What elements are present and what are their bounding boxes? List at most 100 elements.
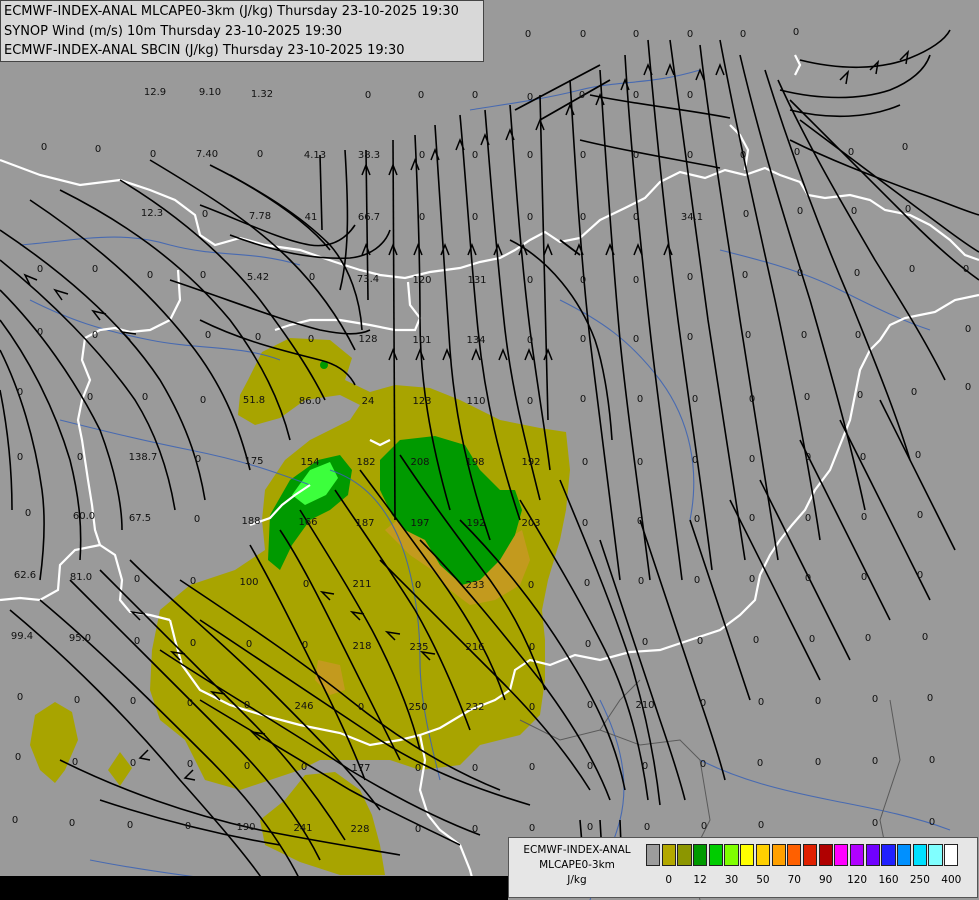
grid-value: 0	[633, 212, 639, 223]
legend-labels: ECMWF-INDEX-ANAL MLCAPE0-3km J/kg	[511, 843, 643, 888]
legend-swatch	[912, 844, 927, 866]
grid-value: 0	[637, 457, 643, 468]
grid-value: 0	[638, 576, 644, 587]
grid-value: 208	[410, 457, 429, 468]
grid-value: 0	[815, 757, 821, 768]
grid-value: 0	[308, 334, 314, 345]
grid-value: 0	[694, 514, 700, 525]
grid-value: 0	[580, 29, 586, 40]
grid-value: 0	[92, 330, 98, 341]
grid-value: 0	[857, 390, 863, 401]
grid-value: 0	[72, 757, 78, 768]
grid-value: 0	[805, 452, 811, 463]
grid-value: 0	[527, 150, 533, 161]
grid-value: 0	[77, 452, 83, 463]
grid-value: 0	[244, 700, 250, 711]
legend-tick-label: 250	[909, 874, 930, 886]
legend-tick-label: 70	[787, 874, 801, 886]
grid-value: 0	[528, 580, 534, 591]
legend-swatch	[787, 844, 802, 866]
grid-value: 0	[41, 142, 47, 153]
grid-value: 0	[809, 634, 815, 645]
grid-value: 0	[965, 324, 971, 335]
grid-value: 0	[527, 396, 533, 407]
grid-value: 0	[92, 264, 98, 275]
grid-value: 0	[303, 579, 309, 590]
grid-value: 0	[187, 698, 193, 709]
legend-tick-label: 12	[693, 874, 707, 886]
grid-value: 131	[467, 275, 486, 286]
grid-value: 0	[205, 330, 211, 341]
grid-value: 0	[700, 759, 706, 770]
grid-value: 73.4	[357, 274, 379, 285]
grid-value: 0	[529, 823, 535, 834]
grid-value: 154	[300, 457, 319, 468]
grid-value: 0	[529, 762, 535, 773]
grid-value: 0	[687, 272, 693, 283]
grid-value: 211	[352, 579, 371, 590]
grid-value: 101	[412, 335, 431, 346]
legend-swatch	[818, 844, 833, 866]
grid-value: 0	[909, 264, 915, 275]
grid-value: 4.13	[304, 150, 326, 161]
grid-value: 182	[356, 457, 375, 468]
grid-value: 0	[472, 90, 478, 101]
grid-value: 0	[472, 763, 478, 774]
grid-value: 0	[580, 150, 586, 161]
grid-value: 0	[848, 147, 854, 158]
grid-value: 0	[190, 638, 196, 649]
grid-value: 0	[17, 452, 23, 463]
grid-value: 34.1	[681, 212, 703, 223]
legend-swatch	[771, 844, 786, 866]
grid-value: 0	[37, 264, 43, 275]
grid-value: 198	[465, 457, 484, 468]
legend-tick-label: 90	[819, 874, 833, 886]
grid-value: 0	[700, 698, 706, 709]
grid-value: 218	[352, 641, 371, 652]
grid-value: 0	[801, 330, 807, 341]
grid-value: 0	[257, 149, 263, 160]
grid-value: 0	[697, 636, 703, 647]
grid-value: 0	[130, 696, 136, 707]
grid-value: 0	[797, 268, 803, 279]
grid-value: 0	[851, 206, 857, 217]
grid-value: 197	[410, 518, 429, 529]
weather-map[interactable]: 12.9 9.10 1.32 0 0 0 0 0 0 0 0 0 0 0 0 0 0 0 0 7.40 0 4.13 38.…	[0, 0, 979, 900]
grid-value: 0	[302, 640, 308, 651]
grid-value: 0	[793, 27, 799, 38]
grid-value: 9.10	[199, 87, 221, 98]
grid-value: 66.7	[358, 212, 380, 223]
grid-value: 190	[236, 822, 255, 833]
grid-value: 0	[633, 275, 639, 286]
grid-value: 0	[415, 763, 421, 774]
grid-value: 67.5	[129, 513, 151, 524]
grid-value: 0	[301, 762, 307, 773]
grid-value: 0	[758, 820, 764, 831]
grid-value: 0	[527, 335, 533, 346]
grid-value: 0	[687, 90, 693, 101]
grid-value: 0	[415, 824, 421, 835]
grid-value: 0	[917, 570, 923, 581]
grid-value: 134	[466, 335, 485, 346]
legend-swatch	[849, 844, 865, 866]
grid-value: 0	[529, 642, 535, 653]
grid-value: 0	[418, 90, 424, 101]
grid-value: 99.4	[11, 631, 33, 642]
grid-value: 0	[579, 90, 585, 101]
grid-value: 0	[130, 758, 136, 769]
grid-value: 203	[521, 518, 540, 529]
grid-value: 1.32	[251, 89, 273, 100]
grid-value: 0	[687, 29, 693, 40]
grid-value: 0	[749, 394, 755, 405]
legend-ticks: 0 12 30 50 70 90 120 160 250 400	[646, 874, 976, 890]
legend-swatch	[755, 844, 770, 866]
grid-value: 187	[355, 518, 374, 529]
grid-value: 0	[633, 90, 639, 101]
legend-swatch	[834, 844, 849, 866]
grid-value: 0	[585, 639, 591, 650]
grid-value: 0	[255, 332, 261, 343]
grid-value: 12.3	[141, 208, 163, 219]
grid-value: 51.8	[243, 395, 265, 406]
grid-value: 0	[743, 209, 749, 220]
grid-value: 0	[742, 270, 748, 281]
